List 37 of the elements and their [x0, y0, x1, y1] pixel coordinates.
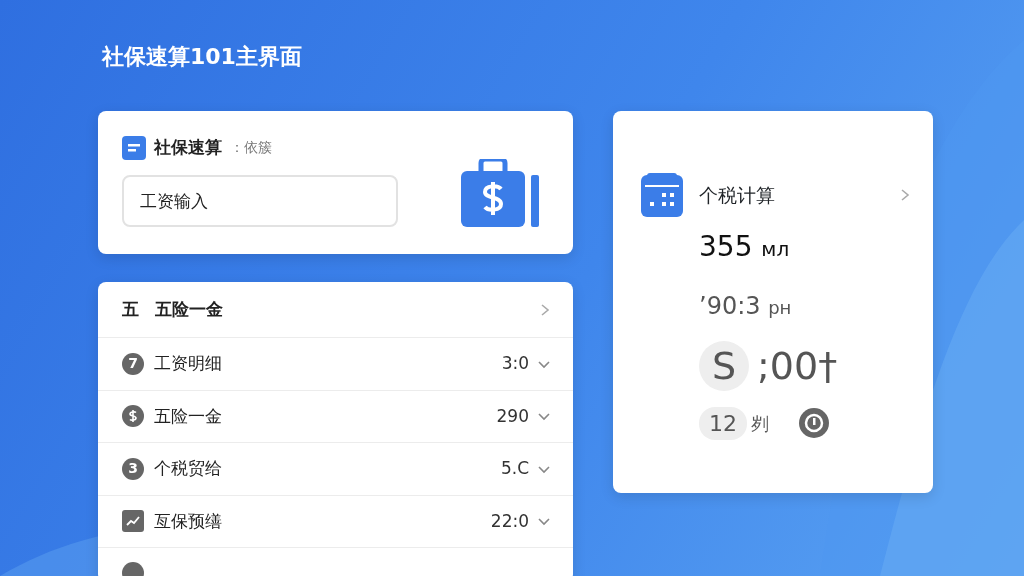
calendar-icon [641, 173, 683, 217]
count-label: 刿 [751, 411, 769, 436]
time-unit: pн [768, 296, 792, 318]
salary-input-field[interactable]: 工资输入 [122, 174, 398, 227]
list-row[interactable]: 五险一金 290 [98, 390, 573, 443]
timer-icon [799, 408, 829, 438]
chevron-right-icon [539, 302, 551, 317]
time-value: ’90:3 pн [699, 290, 793, 322]
section-mark: 五 [122, 297, 139, 321]
document-icon [122, 135, 146, 160]
page-title: 社保速算101主界面 [102, 43, 303, 71]
row-label: 五险一金 [154, 404, 223, 428]
list-row[interactable]: 亙保预缮 22:0 [98, 495, 573, 548]
row-value: 5.C [500, 457, 529, 480]
row-label: 亙保预缮 [154, 509, 223, 533]
row-label: 个税贸给 [154, 457, 223, 480]
row-label: 工资明细 [154, 352, 223, 375]
tax-amount: 355 мл [699, 228, 791, 265]
list-row[interactable]: 7 工资明细 3:0 [98, 338, 573, 391]
letter-badge: S [699, 341, 749, 391]
dollar-icon [122, 405, 144, 428]
count-badge: 12 [699, 406, 747, 440]
big-value: ;00† [757, 342, 838, 390]
amount-unit: мл [761, 236, 790, 261]
row-value: 3:0 [501, 352, 529, 375]
section-title: 五险一金 [155, 297, 224, 321]
card-title: 社保速算 [154, 136, 222, 159]
chart-icon [122, 510, 144, 533]
number-badge-icon: 3 [122, 457, 144, 480]
row-value: 290 [496, 404, 529, 428]
card-subtitle: ：依簇 [230, 138, 272, 158]
chevron-right-icon [899, 188, 911, 203]
number-badge-icon: 7 [122, 352, 144, 375]
list-row[interactable]: 3 个税贸给 5.C [98, 443, 573, 496]
row-value: 22:0 [490, 509, 529, 533]
list-header[interactable]: 五 五险一金 [98, 282, 573, 338]
tax-card-title: 个税计算 [699, 183, 775, 208]
